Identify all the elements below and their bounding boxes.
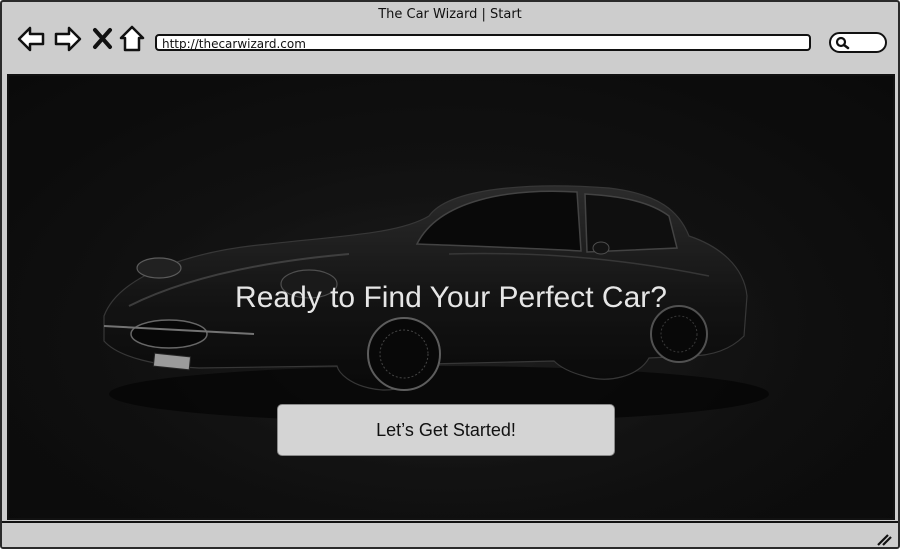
hero-section: Ready to Find Your Perfect Car? Let’s Ge… (7, 74, 895, 520)
stop-button[interactable] (91, 24, 121, 54)
search-field[interactable] (829, 32, 887, 53)
search-icon (835, 36, 850, 50)
browser-window: The Car Wizard | Start http://thecarwiza… (0, 0, 900, 549)
home-icon (119, 25, 145, 52)
resize-grip-icon[interactable] (876, 533, 892, 547)
arrow-left-icon (17, 26, 45, 52)
arrow-right-icon (54, 26, 82, 52)
hero-headline: Ready to Find Your Perfect Car? (235, 281, 667, 314)
status-bar (2, 521, 898, 547)
close-icon (93, 28, 112, 49)
back-button[interactable] (16, 24, 46, 54)
forward-button[interactable] (53, 24, 83, 54)
home-button[interactable] (118, 24, 148, 54)
address-bar[interactable]: http://thecarwizard.com (155, 34, 811, 51)
window-title: The Car Wizard | Start (378, 7, 522, 22)
get-started-button[interactable]: Let’s Get Started! (277, 404, 615, 456)
